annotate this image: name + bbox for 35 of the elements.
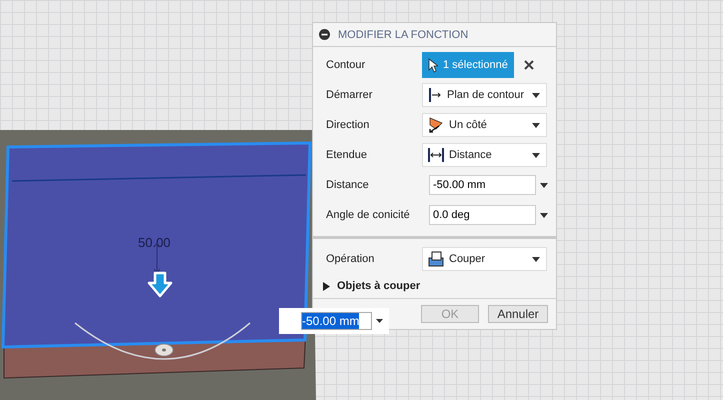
field-label: Angle de conicité <box>326 209 411 221</box>
dialog-title: MODIFIER LA FONCTION <box>338 28 468 40</box>
expand-triangle-icon[interactable] <box>323 282 330 290</box>
start-plane-icon <box>428 88 442 102</box>
caret-icon[interactable] <box>376 319 384 323</box>
dropdown[interactable]: Un côté <box>422 113 547 137</box>
caret-icon[interactable] <box>540 182 548 188</box>
cut-operation-icon <box>428 251 444 267</box>
field-label: Opération <box>326 253 376 265</box>
rotation-handle-icon[interactable] <box>154 343 174 357</box>
field-label: Contour <box>326 59 366 71</box>
dropdown[interactable]: Plan de contour <box>422 83 547 107</box>
dropdown[interactable]: Distance <box>422 143 547 167</box>
caret-icon[interactable] <box>532 122 540 128</box>
field-label: Distance <box>326 179 370 191</box>
close-icon[interactable] <box>524 60 534 70</box>
caret-icon[interactable] <box>540 212 548 218</box>
caret-icon[interactable] <box>532 256 540 262</box>
section-header[interactable]: Objets à couper <box>313 274 420 298</box>
collapse-icon[interactable] <box>319 29 330 40</box>
field-label: Direction <box>326 119 370 131</box>
direction-flag-icon <box>428 117 444 133</box>
distance-extent-icon <box>428 148 444 162</box>
input-field[interactable]: -50.00 mm <box>429 175 536 195</box>
caret-icon[interactable] <box>532 152 540 158</box>
field-label: Démarrer <box>326 89 374 101</box>
dropdown[interactable]: Couper <box>422 247 547 271</box>
field-label: Etendue <box>326 149 368 161</box>
arrow-down-icon[interactable] <box>146 271 174 299</box>
caret-icon[interactable] <box>532 92 540 98</box>
cursor-icon <box>428 58 438 72</box>
cancel-button[interactable]: Annuler <box>488 305 548 323</box>
dimension-label: 50.00 <box>138 235 171 250</box>
value-input-field[interactable]: -50.00 mm <box>301 312 372 330</box>
input-field[interactable]: 0.0 deg <box>429 205 536 225</box>
